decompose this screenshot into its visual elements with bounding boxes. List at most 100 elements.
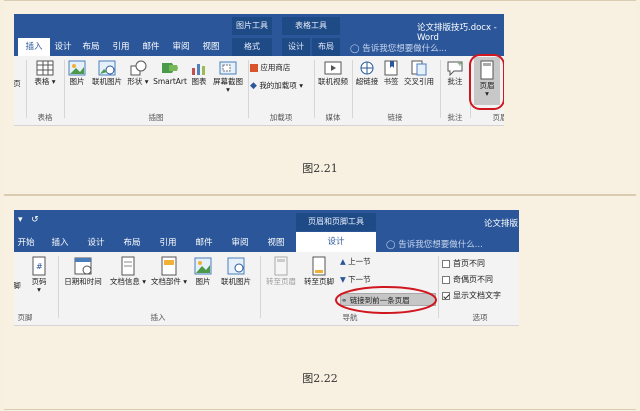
different-first-page-option[interactable]: 首页不同 (442, 258, 485, 269)
ribbon-insert: 页 表格 ▾ 表格 图片 联机图片 形状 ▾ SmartArt 图表 屏幕截图 … (14, 54, 504, 126)
picture-button[interactable]: 图片 (190, 256, 216, 286)
separator (440, 60, 441, 118)
window-title: 论文排版 (484, 219, 519, 229)
page-number-button[interactable]: # 页码 ▾ (24, 256, 54, 295)
online-video-button[interactable]: 联机视频 (316, 60, 350, 86)
tab-design[interactable]: 设计 (84, 234, 108, 252)
shapes-button[interactable]: 形状 ▾ (124, 60, 152, 86)
separator (26, 60, 27, 118)
page-label: 页 (14, 79, 21, 88)
tab-table-layout[interactable]: 布局 (312, 38, 340, 56)
quick-parts-label: 文档部件 (150, 277, 181, 286)
comment-button[interactable]: + 批注 (442, 60, 468, 86)
footer-button[interactable]: 脚 (14, 281, 22, 290)
tab-layout[interactable]: 布局 (80, 38, 102, 56)
smartart-button[interactable]: SmartArt (152, 60, 188, 86)
group-comments: 批注 (447, 113, 463, 122)
store-label: 应用商店 (260, 63, 291, 72)
tab-format[interactable]: 格式 (232, 38, 272, 56)
tab-mailings[interactable]: 邮件 (140, 38, 162, 56)
separator (64, 60, 65, 118)
previous-label: 上一节 (348, 257, 371, 266)
different-odd-even-option[interactable]: 奇偶页不同 (442, 274, 493, 285)
chart-button[interactable]: 图表 (188, 60, 210, 86)
online-picture-button[interactable]: 联机图片 (90, 60, 124, 86)
picture-icon (194, 257, 212, 275)
tab-mailings[interactable]: 邮件 (192, 234, 216, 252)
online-picture-button[interactable]: 联机图片 (216, 256, 256, 286)
tab-references[interactable]: 引用 (156, 234, 180, 252)
goto-footer-label: 转至页脚 (304, 277, 334, 286)
table-button[interactable]: 表格 ▾ (30, 60, 60, 86)
checkbox[interactable] (442, 275, 450, 284)
tab-insert[interactable]: 插入 (48, 234, 72, 252)
doc-info-button[interactable]: 文档信息 ▾ (108, 256, 148, 286)
ribbon-hf-design: 脚 # 页码 ▾ 页脚 日期和时间 文档信息 ▾ 文档部件 ▾ 图片 联机图片 插… (14, 252, 519, 326)
tab-view[interactable]: 视图 (264, 234, 288, 252)
goto-footer-button[interactable]: 转至页脚 (300, 256, 338, 286)
doc-info-label: 文档信息 (109, 277, 140, 286)
checkbox-checked[interactable] (442, 291, 450, 300)
datetime-button[interactable]: 日期和时间 (60, 256, 106, 286)
tab-references[interactable]: 引用 (110, 38, 132, 56)
tab-home[interactable]: 开始 (14, 234, 38, 252)
tab-review[interactable]: 审阅 (170, 38, 192, 56)
picture-button[interactable]: 图片 (66, 60, 88, 86)
title-bar: 论文排版技巧.docx - Word 图片工具 表格工具 插入 设计 布局 引用… (14, 14, 504, 56)
online-picture-icon (98, 60, 116, 76)
tell-me-search[interactable]: ◯ 告诉我您想要做什么... (350, 42, 447, 54)
tab-view[interactable]: 视图 (200, 38, 222, 56)
header-highlight-circle (469, 54, 504, 110)
group-links: 链接 (387, 113, 403, 122)
goto-header-button[interactable]: 转至页眉 (262, 256, 300, 286)
my-addins-label: 我的加载项 (259, 81, 297, 90)
separator (438, 256, 439, 318)
quick-access[interactable]: ▾ ↺ (18, 215, 39, 225)
hyperlink-button[interactable]: 超链接 (354, 60, 380, 86)
checkbox[interactable] (442, 259, 450, 268)
next-label: 下一节 (348, 275, 371, 284)
cross-reference-button[interactable]: 交叉引用 (402, 60, 436, 86)
window-title: 论文排版技巧.docx - Word (417, 23, 497, 43)
group-tables: 表格 (37, 113, 53, 122)
show-document-text-option[interactable]: 显示文档文字 (442, 290, 501, 301)
tab-hf-design[interactable]: 设计 (296, 232, 376, 252)
link-highlight-ellipse (335, 286, 437, 314)
screenshot-label: 屏幕截图 (213, 77, 243, 86)
group-illustrations: 插图 (148, 113, 164, 122)
lightbulb-icon: ◯ (386, 240, 396, 250)
shapes-icon (130, 60, 147, 76)
page-button[interactable]: 页 (14, 79, 22, 88)
separator (314, 60, 315, 118)
chart-icon (192, 64, 205, 75)
goto-header-label: 转至页眉 (266, 277, 296, 286)
screenshot-icon (219, 61, 237, 75)
tab-layout[interactable]: 布局 (120, 234, 144, 252)
table-icon (36, 60, 54, 76)
tell-me-search[interactable]: ◯ 告诉我您想要做什么... (386, 238, 483, 250)
group-insert: 插入 (150, 313, 166, 322)
previous-section-button[interactable]: ▲ 上一节 (340, 257, 400, 266)
tab-design[interactable]: 设计 (52, 38, 74, 56)
bookmark-button[interactable]: 书签 (380, 60, 402, 86)
store-button[interactable]: 应用商店 (250, 63, 310, 72)
previous-icon: ▲ (340, 257, 346, 266)
page-number-icon: # (32, 256, 46, 276)
tab-insert[interactable]: 插入 (18, 38, 50, 56)
comment-label: 批注 (447, 77, 463, 86)
tab-table-design[interactable]: 设计 (282, 38, 310, 56)
doc-info-icon (121, 256, 135, 276)
quick-parts-button[interactable]: 文档部件 ▾ (148, 256, 190, 286)
calendar-icon (74, 257, 92, 275)
footer-label: 脚 (14, 281, 21, 290)
tab-review[interactable]: 审阅 (228, 234, 252, 252)
separator (58, 256, 59, 318)
group-addins: 加载项 (269, 113, 293, 122)
option-label: 显示文档文字 (453, 291, 501, 300)
lightbulb-icon: ◯ (350, 44, 360, 54)
next-section-button[interactable]: ▼ 下一节 (340, 275, 400, 284)
my-addins-button[interactable]: ◆ 我的加载项 ▾ (250, 81, 312, 92)
screenshot-button[interactable]: 屏幕截图 ▾ (210, 60, 246, 95)
picture-icon (68, 60, 86, 76)
option-label: 奇偶页不同 (453, 275, 493, 284)
